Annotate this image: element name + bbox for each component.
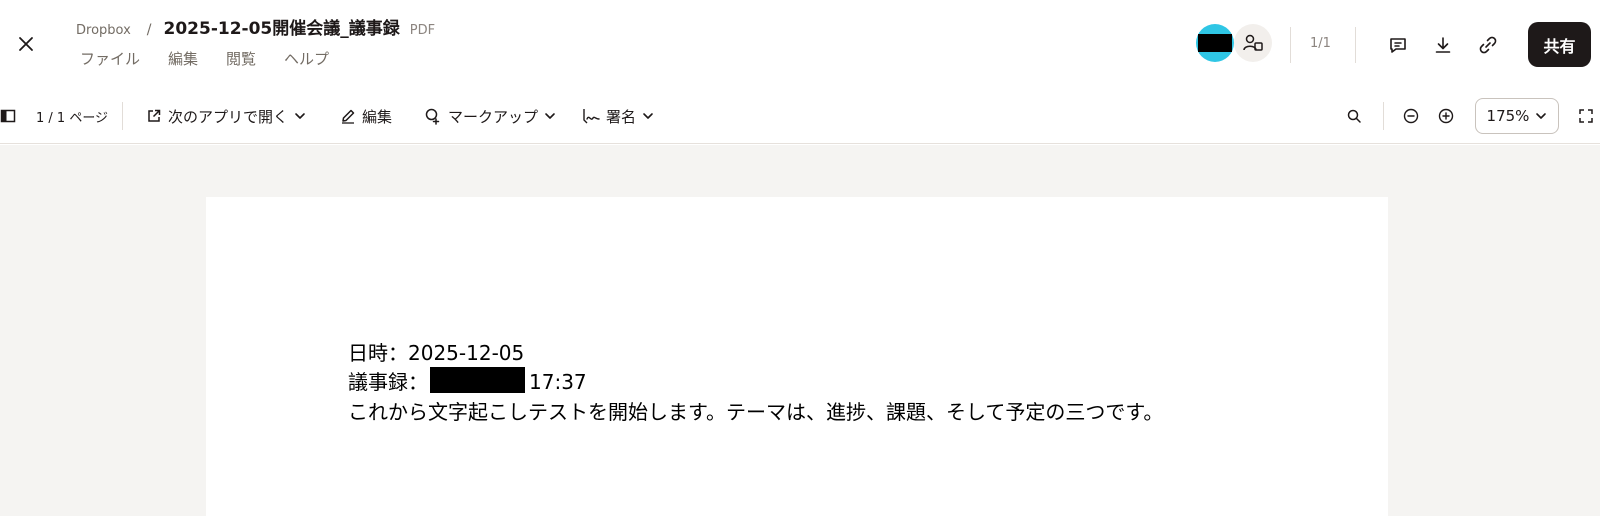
download-icon — [1435, 37, 1451, 53]
zoom-level-value: 175% — [1486, 107, 1530, 125]
viewer-toolbar: 1 / 1 ページ 次のアプリで開く 編集 マークアップ 署名 175% — [0, 88, 1600, 144]
top-bar: Dropbox / 2025-12-05開催会議_議事録 PDF ファイル 編集… — [0, 0, 1600, 88]
sign-label: 署名 — [606, 107, 637, 126]
zoom-level-select[interactable]: 175% — [1475, 98, 1559, 134]
close-button[interactable] — [14, 32, 38, 56]
share-button[interactable]: 共有 — [1528, 22, 1591, 67]
menu-view[interactable]: 閲覧 — [226, 48, 256, 69]
pencil-icon — [342, 109, 355, 124]
edit-label: 編集 — [362, 107, 393, 126]
document-viewer[interactable]: 日時：2025-12-05 議事録： 17:37 これから文字起こしテストを開始し… — [0, 145, 1600, 516]
search-icon — [1347, 109, 1361, 123]
open-with-menu[interactable]: 次のアプリで開く — [146, 88, 306, 144]
minutes-time: 17:37 — [529, 370, 587, 394]
fullscreen-button[interactable] — [1578, 88, 1594, 144]
toolbar-divider — [122, 102, 123, 130]
zoom-out-button[interactable] — [1402, 88, 1420, 144]
markup-menu[interactable]: マークアップ — [424, 88, 556, 144]
open-with-label: 次のアプリで開く — [168, 107, 289, 126]
breadcrumb-separator: / — [146, 22, 152, 38]
pdf-page: 日時：2025-12-05 議事録： 17:37 これから文字起こしテストを開始し… — [206, 197, 1388, 516]
document-line-body: これから文字起こしテストを開始します。テーマは、進捗、課題、そして予定の三つです… — [348, 400, 1164, 424]
document-title[interactable]: 2025-12-05開催会議_議事録 — [164, 14, 400, 39]
page-count: 1/1 — [1310, 36, 1331, 51]
document-line-datetime: 日時：2025-12-05 — [348, 341, 525, 365]
sidebar-toggle-icon — [0, 109, 16, 123]
redaction-box — [430, 367, 525, 393]
minutes-label: 議事録： — [348, 370, 428, 394]
close-icon — [19, 37, 33, 51]
menu-help[interactable]: ヘルプ — [284, 48, 329, 69]
person-add-icon — [1243, 34, 1263, 51]
fullscreen-icon — [1579, 109, 1593, 123]
signature-icon — [583, 109, 600, 124]
comment-button[interactable] — [1383, 30, 1413, 60]
edit-button[interactable]: 編集 — [340, 88, 392, 144]
chevron-down-icon — [643, 113, 653, 119]
menu-file[interactable]: ファイル — [80, 48, 140, 69]
sign-menu[interactable]: 署名 — [582, 88, 654, 144]
zoom-in-icon — [1438, 108, 1454, 124]
markup-icon — [425, 108, 440, 125]
invite-collaborator-button[interactable] — [1234, 24, 1272, 62]
zoom-in-button[interactable] — [1437, 88, 1455, 144]
page-indicator: 1 / 1 ページ — [36, 110, 109, 126]
external-link-icon — [148, 109, 161, 122]
file-type-label: PDF — [409, 23, 436, 38]
menu-edit[interactable]: 編集 — [168, 48, 198, 69]
chevron-down-icon — [1536, 113, 1547, 119]
breadcrumb-root-link[interactable]: Dropbox — [76, 23, 131, 38]
avatar-redaction — [1198, 34, 1232, 52]
document-line-minutes: 議事録： 17:37 — [348, 366, 587, 395]
link-icon — [1479, 36, 1497, 54]
download-button[interactable] — [1428, 30, 1458, 60]
comment-icon — [1390, 38, 1406, 53]
header-divider — [1290, 27, 1291, 63]
markup-label: マークアップ — [448, 107, 539, 126]
search-button[interactable] — [1346, 88, 1362, 144]
sidebar-toggle-button[interactable] — [0, 88, 16, 144]
toolbar-divider — [1383, 102, 1384, 130]
breadcrumb: Dropbox / 2025-12-05開催会議_議事録 PDF — [76, 14, 435, 39]
zoom-out-icon — [1403, 108, 1419, 124]
menu-bar: ファイル 編集 閲覧 ヘルプ — [80, 48, 329, 69]
copy-link-button[interactable] — [1473, 30, 1503, 60]
chevron-down-icon — [295, 113, 305, 119]
chevron-down-icon — [545, 113, 555, 119]
header-divider — [1355, 27, 1356, 63]
user-avatar[interactable] — [1196, 24, 1234, 62]
